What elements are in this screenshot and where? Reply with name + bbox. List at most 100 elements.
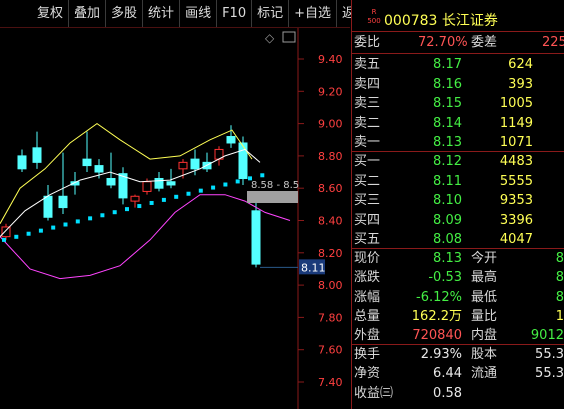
candle-body (82, 158, 92, 167)
candle-body (166, 181, 176, 186)
extra-label: 换手 (354, 347, 381, 362)
extra-row: 净资 6.44 流通 55.3 (352, 364, 564, 383)
y-tick-label: 8.60 (318, 182, 343, 195)
buy-price: 8.12 (433, 154, 462, 169)
buy-label: 买一 (354, 154, 381, 169)
weibi-value: 72.70% (418, 35, 468, 50)
sell-label: 卖三 (354, 96, 381, 111)
toolbar-btn-3[interactable]: 统计 (143, 0, 181, 27)
buy-volume: 3396 (499, 212, 533, 228)
sell-row: 卖四 8.16 393 (352, 75, 564, 94)
stat-row: 现价 8.13 今开 8 (352, 249, 564, 268)
stat-label: 外盘 (354, 328, 381, 344)
trend-dot (125, 207, 129, 212)
buy-label: 买二 (354, 173, 381, 189)
extra-row: 收益㈢ 0.58 (352, 384, 564, 403)
annotation-box (247, 191, 298, 203)
sell-price: 8.13 (433, 135, 462, 150)
stat-row: 涨幅 -6.12% 最低 8 (352, 288, 564, 307)
buy-price: 8.08 (433, 232, 462, 247)
sell-row: 卖一 8.13 1071 (352, 133, 564, 152)
y-tick-label: 9.20 (318, 85, 343, 98)
candle-body (178, 161, 188, 170)
trend-dot (100, 213, 105, 218)
y-tick-label: 7.40 (318, 376, 343, 389)
y-tick-label: 9.40 (318, 53, 343, 66)
stat-value: 8 (555, 270, 564, 286)
buy-row: 买五 8.08 4047 (352, 230, 564, 249)
chart-toolbar: 复权叠加多股统计画线F10标记+自选返回 (0, 0, 375, 28)
stat-value: -0.53 (428, 270, 462, 286)
y-tick-label: 8.20 (318, 247, 343, 260)
buy-volume: 4483 (499, 154, 533, 169)
sell-price: 8.16 (433, 76, 462, 92)
candle-body (58, 195, 68, 209)
extra-value: 2.93% (420, 347, 462, 362)
divider (352, 53, 564, 54)
sell-price: 8.14 (433, 115, 462, 131)
stat-value: 9012 (530, 328, 564, 344)
y-tick-label: 7.60 (318, 344, 343, 357)
stat-label: 内盘 (471, 328, 498, 344)
y-tick-label: 8.80 (318, 150, 343, 163)
extra-value: 0.58 (433, 385, 462, 401)
toolbar-btn-4[interactable]: 画线 (180, 0, 218, 27)
candle-body (94, 165, 104, 173)
toolbar-btn-2[interactable]: 多股 (106, 0, 144, 27)
trend-dot (14, 234, 19, 239)
candle-body (142, 181, 152, 192)
buy-volume: 5555 (499, 173, 533, 189)
toolbar-btn-1[interactable]: 叠加 (69, 0, 107, 27)
stat-row: 外盘 720840 内盘 9012 (352, 326, 564, 345)
trend-dot (112, 210, 117, 215)
sell-label: 卖五 (354, 57, 381, 72)
buy-price: 8.10 (433, 193, 462, 208)
trend-dot (88, 216, 93, 221)
candle-body (1, 226, 11, 238)
candle-body (154, 178, 164, 189)
weicha-label: 委差 (471, 35, 498, 50)
extra-label: 流通 (471, 366, 498, 382)
stock-code-name[interactable]: 000783 长江证券 (384, 10, 498, 30)
buy-volume: 9353 (499, 193, 533, 208)
toolbar-btn-0[interactable]: 复权 (0, 0, 70, 27)
stat-value: 720840 (412, 328, 462, 344)
y-tick-label: 8.40 (318, 215, 343, 228)
weicha-value: 225 (542, 35, 564, 50)
sell-price: 8.15 (433, 96, 462, 111)
sell-volume: 393 (508, 76, 533, 92)
stat-value: 8 (555, 251, 564, 266)
candle-body (190, 158, 200, 170)
sell-volume: 1071 (499, 135, 533, 150)
sell-volume: 1005 (499, 96, 533, 111)
candle-body (106, 178, 116, 186)
toolbar-btn-5[interactable]: F10 (217, 0, 253, 27)
exchange-logo-icon: R 500 (367, 8, 381, 25)
toolbar-btn-7[interactable]: +自选 (289, 0, 338, 27)
candle-body (238, 142, 248, 180)
y-tick-label: 9.00 (318, 118, 343, 131)
extra-label: 股本 (471, 347, 498, 362)
divider (352, 31, 564, 32)
y-tick-label: 7.80 (318, 311, 343, 324)
trend-dot (161, 197, 166, 202)
toolbar-btn-6[interactable]: 标记 (252, 0, 290, 27)
quote-panel: R 500 000783 长江证券 委比 72.70% 委差 225 卖五 8.17… (352, 0, 564, 409)
buy-row: 买一 8.12 4483 (352, 152, 564, 171)
buy-price: 8.09 (433, 212, 462, 228)
candle-body (17, 155, 27, 170)
buy-label: 买五 (354, 232, 381, 247)
trend-dot (26, 231, 31, 236)
trend-dot (75, 219, 80, 224)
trend-dot (137, 204, 142, 209)
stat-label: 总量 (354, 308, 381, 324)
stat-value: 162.2万 (411, 308, 462, 324)
kline-chart[interactable]: 9.40 9.20 9.00 8.80 8.60 8.40 8.20 8.00 7.80 7.60… (0, 28, 352, 409)
stat-value: -6.12% (416, 289, 462, 305)
diamond-icon: ◇ (265, 31, 275, 45)
sell-row: 卖三 8.15 1005 (352, 94, 564, 113)
trend-dot (260, 173, 265, 178)
stock-header: R 500 000783 长江证券 (352, 6, 564, 30)
buy-row: 买四 8.09 3396 (352, 211, 564, 230)
y-tick-label: 8.00 (318, 279, 343, 292)
